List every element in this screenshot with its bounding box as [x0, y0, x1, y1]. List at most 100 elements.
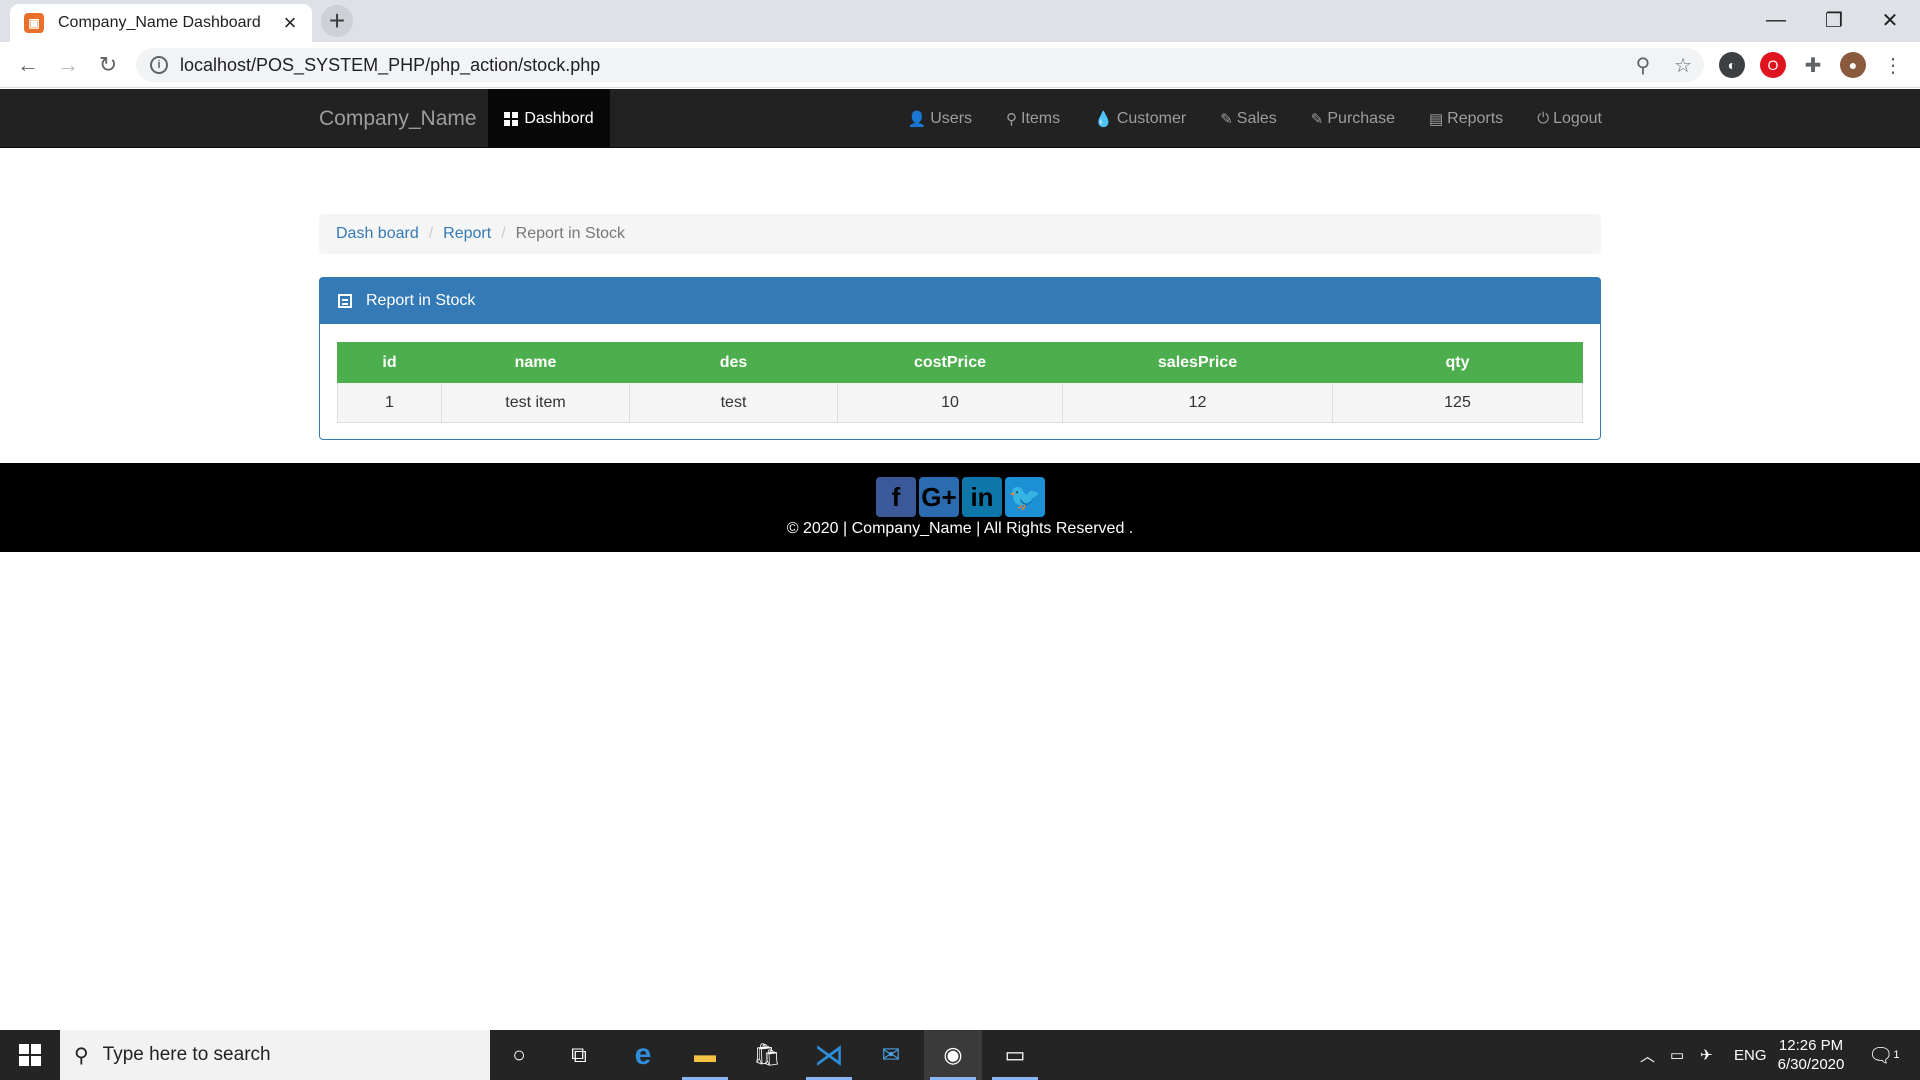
column-header: name	[441, 342, 630, 383]
new-tab-button[interactable]: +	[321, 5, 353, 37]
copyright-text: © 2020 | Company_Name | All Rights Reser…	[786, 520, 1134, 537]
site-footer: f G+ in 🐦 © 2020 | Company_Name | All Ri…	[0, 463, 1920, 552]
stock-report-panel: Report in Stock id name des costPrice sa…	[319, 277, 1601, 440]
table-cell: 12	[1062, 382, 1333, 423]
column-header: costPrice	[837, 342, 1063, 383]
profile-avatar[interactable]: ●	[1840, 52, 1866, 78]
zoom-icon[interactable]: ⚲	[1628, 50, 1658, 80]
panel-title: Report in Stock	[366, 292, 476, 309]
nav-dashboard[interactable]: Dashbord	[488, 89, 610, 148]
google-plus-icon[interactable]: G+	[919, 477, 959, 517]
stock-table: id name des costPrice salesPrice qty 1 t…	[337, 342, 1583, 423]
window-close-icon[interactable]: ✕	[1866, 0, 1914, 40]
bookmark-star-icon[interactable]: ☆	[1668, 50, 1698, 80]
table-cell: 10	[837, 382, 1063, 423]
edge-icon[interactable]: e	[614, 1030, 672, 1080]
nav-sales[interactable]: ✎ Sales	[1220, 110, 1277, 128]
breadcrumb-report-link[interactable]: Report	[443, 225, 491, 243]
browser-toolbar: ← → ↻ i localhost/POS_SYSTEM_PHP/php_act…	[0, 42, 1920, 88]
breadcrumb: Dash board / Report / Report in Stock	[319, 214, 1601, 254]
clock-date: 6/30/2020	[1777, 1056, 1845, 1073]
forward-icon[interactable]: →	[52, 49, 84, 81]
column-header: id	[337, 342, 442, 383]
nav-customer[interactable]: 💧 Customer	[1094, 110, 1186, 128]
nav-items[interactable]: ⚲ Items	[1006, 110, 1060, 128]
notification-count: 1	[1893, 1049, 1900, 1061]
pencil-icon: ✎	[1310, 110, 1324, 128]
language-indicator[interactable]: ENG	[1734, 1030, 1767, 1080]
task-view-icon[interactable]: ⧉	[550, 1030, 608, 1080]
windows-logo-icon	[19, 1044, 41, 1066]
facebook-icon[interactable]: f	[876, 477, 916, 517]
restore-icon[interactable]: ❐	[1810, 0, 1858, 40]
nav-purchase-label: Purchase	[1327, 109, 1395, 127]
th-large-icon	[504, 111, 519, 126]
nav-reports[interactable]: ▤ Reports	[1429, 110, 1503, 128]
reload-icon[interactable]: ↻	[92, 49, 124, 81]
user-icon: 👤	[907, 110, 927, 128]
browser-menu-icon[interactable]: ⋮	[1880, 52, 1906, 78]
xampp-favicon-icon: ▣	[24, 13, 44, 33]
search-placeholder: Type here to search	[102, 1044, 271, 1065]
airplane-mode-icon[interactable]: ✈	[1700, 1030, 1713, 1080]
nav-reports-label: Reports	[1447, 109, 1504, 127]
column-header: qty	[1332, 342, 1583, 383]
brand-link[interactable]: Company_Name	[319, 89, 477, 148]
dark-mode-extension-icon[interactable]: ◐	[1719, 52, 1745, 78]
browser-tab-bar: ▣ Company_Name Dashboard × + — ❐ ✕	[0, 0, 1920, 42]
nav-customer-label: Customer	[1116, 109, 1187, 127]
mail-icon[interactable]: ✉	[862, 1030, 920, 1080]
browser-tab[interactable]: ▣ Company_Name Dashboard ×	[10, 4, 312, 42]
show-hidden-icons-chevron-icon[interactable]: ︿	[1640, 1030, 1655, 1080]
twitter-icon[interactable]: 🐦	[1005, 477, 1045, 517]
power-icon: ⏻	[1537, 110, 1550, 127]
table-cell: test item	[441, 382, 630, 423]
address-bar[interactable]: i localhost/POS_SYSTEM_PHP/php_action/st…	[136, 48, 1704, 82]
chrome-icon[interactable]: ◉	[924, 1030, 982, 1080]
nav-logout[interactable]: ⏻ Logout	[1537, 110, 1602, 128]
map-marker-icon: ⚲	[1006, 110, 1018, 128]
terminal-icon[interactable]: ▭	[986, 1030, 1044, 1080]
tab-close-icon[interactable]: ×	[280, 12, 300, 34]
url-text: localhost/POS_SYSTEM_PHP/php_action/stoc…	[180, 54, 601, 75]
panel-body: id name des costPrice salesPrice qty 1 t…	[320, 324, 1600, 440]
clock-time: 12:26 PM	[1778, 1037, 1844, 1054]
cortana-icon[interactable]: ○	[490, 1030, 548, 1080]
nav-items-label: Items	[1021, 109, 1061, 127]
store-icon[interactable]: 🛍	[738, 1030, 796, 1080]
notification-center-icon[interactable]: 🗨 1	[1868, 1030, 1900, 1080]
table-cell: 1	[337, 382, 442, 423]
table-cell: 125	[1332, 382, 1583, 423]
search-icon: ⚲	[74, 1044, 89, 1067]
taskbar-search-box[interactable]: ⚲ Type here to search	[60, 1030, 490, 1080]
vscode-icon[interactable]: ⋊	[800, 1030, 858, 1080]
battery-icon[interactable]: ▭	[1670, 1030, 1684, 1080]
breadcrumb-dashboard-link[interactable]: Dash board	[336, 225, 419, 243]
nav-purchase[interactable]: ✎ Purchase	[1311, 110, 1395, 128]
linkedin-icon[interactable]: in	[962, 477, 1002, 517]
column-header: salesPrice	[1062, 342, 1333, 383]
opera-extension-icon[interactable]: O	[1760, 52, 1786, 78]
nav-logout-label: Logout	[1553, 109, 1602, 127]
panel-heading: Report in Stock	[320, 278, 1600, 324]
nav-users-label: Users	[930, 109, 973, 127]
site-info-icon[interactable]: i	[150, 56, 168, 74]
minimize-icon[interactable]: —	[1752, 0, 1800, 40]
table-row: 1 test item test 10 12 125	[337, 382, 1583, 423]
extensions-puzzle-icon[interactable]: ✚	[1800, 52, 1826, 78]
nav-dashboard-label: Dashbord	[524, 109, 594, 127]
file-explorer-icon[interactable]: ▬	[676, 1030, 734, 1080]
table-header-row: id name des costPrice salesPrice qty	[337, 342, 1583, 383]
breadcrumb-separator: /	[501, 225, 506, 242]
back-icon[interactable]: ←	[12, 49, 44, 81]
column-header: des	[629, 342, 838, 383]
nav-menu: 👤 Users ⚲ Items 💧 Customer ✎ Sales ✎ Pur…	[874, 89, 1602, 148]
site-navbar: Company_Name Dashbord 👤 Users ⚲ Items 💧 …	[0, 89, 1920, 148]
tint-icon: 💧	[1094, 110, 1113, 128]
list-alt-icon: ▤	[1428, 110, 1444, 128]
windows-taskbar: ⚲ Type here to search ○ ⧉ e ▬ 🛍 ⋊ ✉ ◉ ▭ …	[0, 1030, 1920, 1080]
start-button[interactable]	[0, 1030, 60, 1080]
social-links: f G+ in 🐦	[876, 477, 1045, 517]
system-clock[interactable]: 12:26 PM 6/30/2020	[1770, 1036, 1852, 1074]
nav-users[interactable]: 👤 Users	[908, 110, 972, 128]
